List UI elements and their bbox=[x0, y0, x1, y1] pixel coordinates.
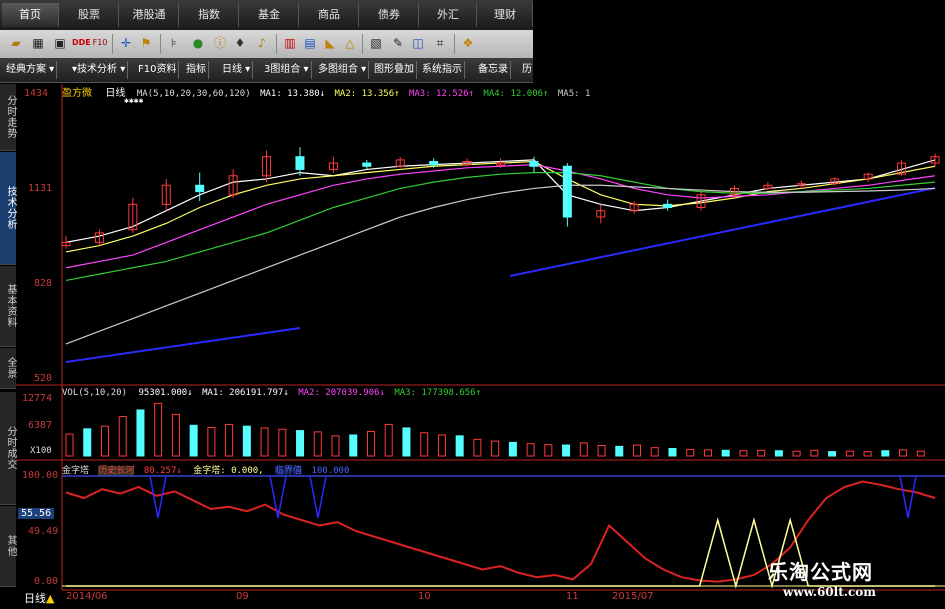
volume-bar bbox=[207, 427, 216, 457]
x-tick-4: 11 bbox=[566, 591, 579, 602]
volume-bar bbox=[83, 428, 92, 457]
volume-bar bbox=[278, 428, 287, 457]
watermark-url: www.60lt.com bbox=[783, 585, 876, 599]
volume-bar bbox=[437, 434, 446, 457]
volume-bar bbox=[508, 441, 517, 457]
volume-bar bbox=[633, 444, 642, 457]
x-tick-1: 2014/06 bbox=[66, 591, 108, 602]
volume-bar bbox=[366, 430, 375, 457]
volume-bar bbox=[774, 450, 783, 457]
volume-bar bbox=[455, 435, 464, 457]
volume-bar bbox=[473, 438, 482, 457]
volume-bar bbox=[384, 423, 393, 457]
candle-body bbox=[429, 160, 439, 166]
volume-bar bbox=[916, 450, 925, 457]
volume-bar bbox=[792, 450, 801, 457]
x-tick-2: 09 bbox=[236, 591, 249, 602]
volume-bar bbox=[313, 431, 322, 457]
watermark-name: 乐淘公式网 bbox=[768, 560, 873, 584]
volume-bar bbox=[171, 413, 180, 457]
volume-bar bbox=[296, 430, 305, 457]
volume-bar bbox=[260, 427, 269, 457]
volume-bar bbox=[100, 425, 109, 457]
candle-body bbox=[195, 184, 205, 193]
candle-body bbox=[362, 162, 372, 167]
volume-bar bbox=[562, 444, 571, 457]
volume-bar bbox=[136, 409, 145, 457]
volume-bar bbox=[863, 451, 872, 457]
volume-bar bbox=[242, 425, 251, 457]
volume-bar bbox=[579, 442, 588, 457]
trend-line-1 bbox=[65, 327, 301, 363]
volume-bar bbox=[899, 449, 908, 457]
volume-bar bbox=[721, 449, 730, 457]
volume-bar bbox=[349, 434, 358, 457]
volume-bar bbox=[189, 424, 198, 457]
volume-bar bbox=[686, 448, 695, 457]
period-indicator[interactable]: 日线▲ bbox=[24, 590, 54, 606]
x-tick-5: 2015/07 bbox=[612, 591, 654, 602]
volume-bar bbox=[668, 448, 677, 457]
volume-bar bbox=[615, 445, 624, 457]
volume-bar bbox=[154, 402, 163, 457]
volume-bar bbox=[650, 447, 659, 457]
volume-bar bbox=[881, 450, 890, 457]
volume-bar bbox=[118, 416, 127, 457]
candle-body bbox=[562, 165, 572, 218]
volume-bar bbox=[828, 451, 837, 457]
volume-bar bbox=[526, 443, 535, 457]
threshold-spike bbox=[149, 475, 167, 519]
volume-bar bbox=[491, 440, 500, 457]
ma-line-1 bbox=[65, 159, 936, 243]
volume-bar bbox=[402, 427, 411, 457]
volume-bar bbox=[845, 450, 854, 457]
trend-line-2 bbox=[509, 187, 936, 277]
threshold-spike bbox=[309, 475, 327, 519]
volume-bar bbox=[757, 449, 766, 457]
threshold-spike bbox=[899, 475, 917, 519]
candle-body bbox=[295, 156, 305, 170]
volume-bar bbox=[225, 423, 234, 457]
volume-bar bbox=[420, 432, 429, 457]
volume-bar bbox=[544, 444, 553, 457]
ma-line-2 bbox=[65, 160, 936, 253]
volume-bar bbox=[331, 435, 340, 457]
candle-body bbox=[663, 203, 673, 208]
volume-bar bbox=[597, 444, 606, 457]
x-tick-3: 10 bbox=[418, 591, 431, 602]
volume-bar bbox=[810, 449, 819, 457]
stock-chart[interactable] bbox=[0, 0, 945, 609]
candle-body bbox=[529, 160, 539, 167]
volume-bar bbox=[703, 449, 712, 457]
volume-bar bbox=[65, 433, 74, 457]
volume-bar bbox=[739, 450, 748, 457]
